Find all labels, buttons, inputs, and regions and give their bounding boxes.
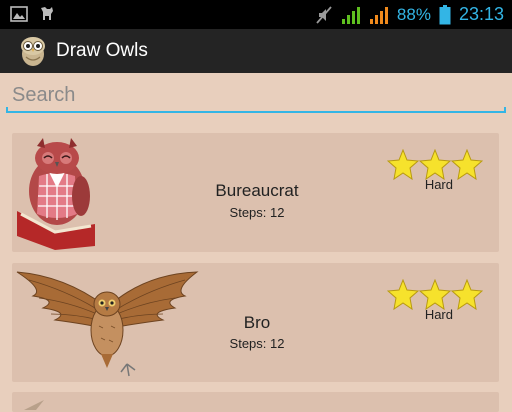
search-underline-left-tick [6, 107, 8, 113]
bro-owl-image [16, 271, 199, 377]
owl-name: Bro [243, 313, 271, 332]
star-icon [387, 279, 420, 311]
search-underline-right-tick [504, 107, 506, 113]
image-notification-icon [10, 6, 28, 22]
search-box[interactable] [6, 81, 506, 113]
star-icon [450, 149, 483, 181]
owl-name: Bureaucrat [215, 181, 299, 200]
star-icon [450, 279, 483, 311]
bureaucrat-owl-image [17, 138, 95, 250]
owl-image-partial [24, 400, 44, 410]
signal-orange-icon [369, 6, 388, 24]
search-underline [6, 111, 506, 113]
mute-icon [316, 5, 332, 24]
owl-steps: Steps: 12 [229, 205, 285, 220]
difficulty-label: Hard [424, 307, 453, 322]
owl-steps: Steps: 12 [229, 336, 285, 351]
signal-green-icon [341, 6, 360, 24]
status-bar: 88% 23:13 [0, 0, 512, 29]
star-icon [418, 279, 452, 311]
search-input[interactable] [6, 81, 506, 109]
difficulty-label: Hard [424, 177, 453, 192]
star-icon [387, 149, 420, 181]
clock: 23:13 [458, 4, 504, 24]
battery-percent: 88% [396, 4, 431, 24]
owl-app-icon[interactable] [18, 35, 48, 67]
battery-icon [439, 4, 451, 24]
action-bar: Draw Owls [0, 29, 512, 73]
app-title: Draw Owls [56, 40, 148, 61]
owl-list-item[interactable]: Bro Steps: 12 Hard [12, 263, 499, 382]
cat-notification-icon [41, 7, 53, 20]
owl-list-item[interactable] [12, 392, 499, 412]
star-icon [418, 149, 452, 181]
owl-list-item[interactable]: Bureaucrat Steps: 12 Hard [12, 133, 499, 252]
